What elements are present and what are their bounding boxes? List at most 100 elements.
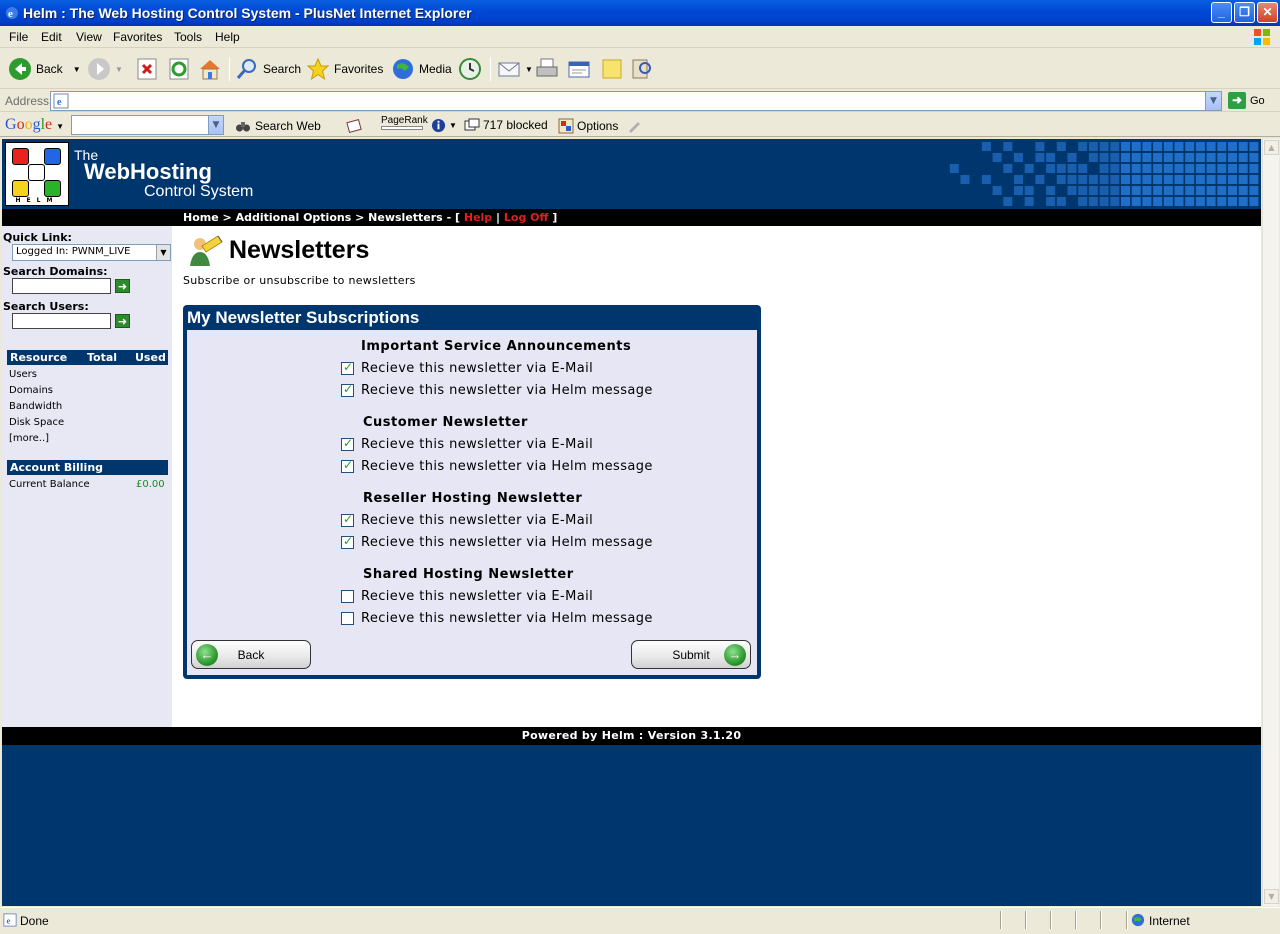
media-button[interactable]: Media: [391, 55, 452, 83]
history-button[interactable]: [458, 55, 486, 83]
highlight-button[interactable]: [626, 118, 642, 134]
opt-important-helm[interactable]: Recieve this newsletter via Helm message: [341, 382, 653, 398]
breadcrumb-home[interactable]: Home: [183, 211, 219, 224]
opt-label: Recieve this newsletter via E-Mail: [361, 513, 594, 528]
opt-reseller-email[interactable]: Recieve this newsletter via E-Mail: [341, 512, 594, 528]
options-icon: [558, 118, 574, 134]
page-scrollbar[interactable]: ▲ ▼: [1262, 139, 1279, 906]
panel-title: My Newsletter Subscriptions: [187, 308, 420, 327]
scroll-up-icon[interactable]: ▲: [1264, 140, 1279, 155]
search-users-go-icon[interactable]: ➜: [115, 314, 130, 328]
maximize-button[interactable]: ❐: [1234, 2, 1255, 23]
info-dropdown-icon[interactable]: ▼: [449, 121, 457, 130]
resource-more-link[interactable]: [more..]: [9, 433, 49, 444]
web-page: HELM The WebHosting Control System Home …: [2, 139, 1261, 906]
address-dropdown-icon[interactable]: ▼: [1205, 92, 1221, 110]
edit-button[interactable]: [567, 55, 595, 83]
svg-text:e: e: [8, 8, 13, 20]
checkbox[interactable]: [341, 458, 354, 473]
forward-button[interactable]: ▼: [87, 55, 123, 83]
checkbox[interactable]: [341, 534, 354, 549]
submit-button-label: Submit: [672, 648, 710, 662]
home-button[interactable]: [198, 55, 226, 83]
back-button[interactable]: Back ▼: [8, 55, 81, 83]
page-status-icon: e: [3, 913, 17, 927]
help-link[interactable]: Help: [464, 211, 492, 224]
research-button[interactable]: [630, 55, 658, 83]
checkbox[interactable]: [341, 360, 354, 375]
refresh-button[interactable]: [167, 55, 195, 83]
search-web-button[interactable]: Search Web: [235, 118, 321, 134]
search-domains-go-icon[interactable]: ➜: [115, 279, 130, 293]
opt-customer-helm[interactable]: Recieve this newsletter via Helm message: [341, 458, 653, 474]
print-button[interactable]: [535, 55, 563, 83]
google-search-input[interactable]: ▼: [71, 115, 224, 135]
checkbox[interactable]: [341, 436, 354, 451]
menu-help[interactable]: Help: [215, 30, 240, 44]
back-button[interactable]: ← Back: [191, 640, 311, 669]
log-off-link[interactable]: Log Off: [504, 211, 549, 224]
search-button[interactable]: Search: [235, 55, 301, 83]
opt-important-email[interactable]: Recieve this newsletter via E-Mail: [341, 360, 593, 376]
binoculars-icon: [236, 122, 250, 132]
back-arrow-icon: [9, 58, 31, 80]
menu-bar: File Edit View Favorites Tools Help: [0, 26, 1280, 48]
opt-label: Recieve this newsletter via Helm message: [361, 459, 653, 474]
google-toolbar: Google ▼ ▼ Search Web PageRank ▼ 717 blo…: [0, 113, 1280, 137]
opt-shared-email[interactable]: Recieve this newsletter via E-Mail: [341, 589, 593, 604]
mail-dropdown-icon[interactable]: ▼: [525, 65, 533, 74]
history-icon: [459, 58, 481, 80]
print-icon: [536, 58, 558, 77]
google-menu-dropdown-icon[interactable]: ▼: [56, 122, 64, 131]
go-button[interactable]: ➜ Go: [1228, 92, 1265, 109]
address-input[interactable]: e ▼: [50, 91, 1222, 111]
submit-button[interactable]: → Submit: [631, 640, 751, 669]
opt-shared-helm[interactable]: Recieve this newsletter via Helm message: [341, 611, 653, 626]
news-button[interactable]: [346, 118, 362, 134]
scroll-down-icon[interactable]: ▼: [1264, 889, 1279, 904]
checkbox[interactable]: [341, 382, 354, 397]
opt-reseller-helm[interactable]: Recieve this newsletter via Helm message: [341, 534, 653, 550]
forward-dropdown-icon[interactable]: ▼: [115, 65, 123, 74]
menu-view[interactable]: View: [76, 30, 102, 44]
minimize-button[interactable]: _: [1211, 2, 1232, 23]
quick-link-value: Logged In: PWNM_LIVE: [16, 246, 131, 257]
popup-blocker[interactable]: 717 blocked: [464, 118, 548, 132]
info-button[interactable]: ▼: [431, 118, 457, 133]
quick-link-select[interactable]: Logged In: PWNM_LIVE ▼: [12, 244, 171, 261]
menu-edit[interactable]: Edit: [41, 30, 62, 44]
checkbox[interactable]: [341, 512, 354, 527]
google-logo[interactable]: Google ▼: [5, 116, 64, 134]
svg-text:e: e: [7, 916, 11, 926]
stop-button[interactable]: [135, 55, 163, 83]
google-search-dropdown-icon[interactable]: ▼: [208, 116, 223, 134]
breadcrumb-newsletters: Newsletters: [368, 211, 443, 224]
opt-label: Recieve this newsletter via E-Mail: [361, 437, 594, 452]
billing-header: Account Billing: [7, 460, 168, 475]
search-domains-label: Search Domains:: [3, 265, 108, 278]
menu-favorites[interactable]: Favorites: [113, 30, 162, 44]
options-label: Options: [577, 119, 619, 133]
search-domains-input[interactable]: [12, 278, 111, 294]
menu-file[interactable]: File: [9, 30, 28, 44]
discuss-button[interactable]: [600, 55, 628, 83]
search-users-input[interactable]: [12, 313, 111, 329]
menu-tools[interactable]: Tools: [174, 30, 202, 44]
options-button[interactable]: Options: [558, 118, 618, 134]
opt-customer-email[interactable]: Recieve this newsletter via E-Mail: [341, 436, 594, 452]
back-dropdown-icon[interactable]: ▼: [73, 65, 81, 74]
mail-button[interactable]: ▼: [497, 55, 533, 83]
refresh-icon: [169, 58, 189, 80]
resource-disk-space: Disk Space: [9, 417, 65, 428]
close-button[interactable]: ✕: [1257, 2, 1278, 23]
svg-text:e: e: [57, 97, 62, 108]
breadcrumb-additional-options[interactable]: Additional Options: [236, 211, 352, 224]
address-bar: Address e ▼ ➜ Go: [0, 90, 1280, 112]
footer-area: [2, 745, 1261, 906]
checkbox[interactable]: [341, 612, 354, 625]
favorites-button[interactable]: Favorites: [306, 55, 383, 83]
resource-table-header: Resource Total Used: [7, 350, 168, 365]
resource-domains: Domains: [9, 385, 54, 396]
helm-logo[interactable]: HELM: [5, 142, 69, 206]
checkbox[interactable]: [341, 590, 354, 603]
